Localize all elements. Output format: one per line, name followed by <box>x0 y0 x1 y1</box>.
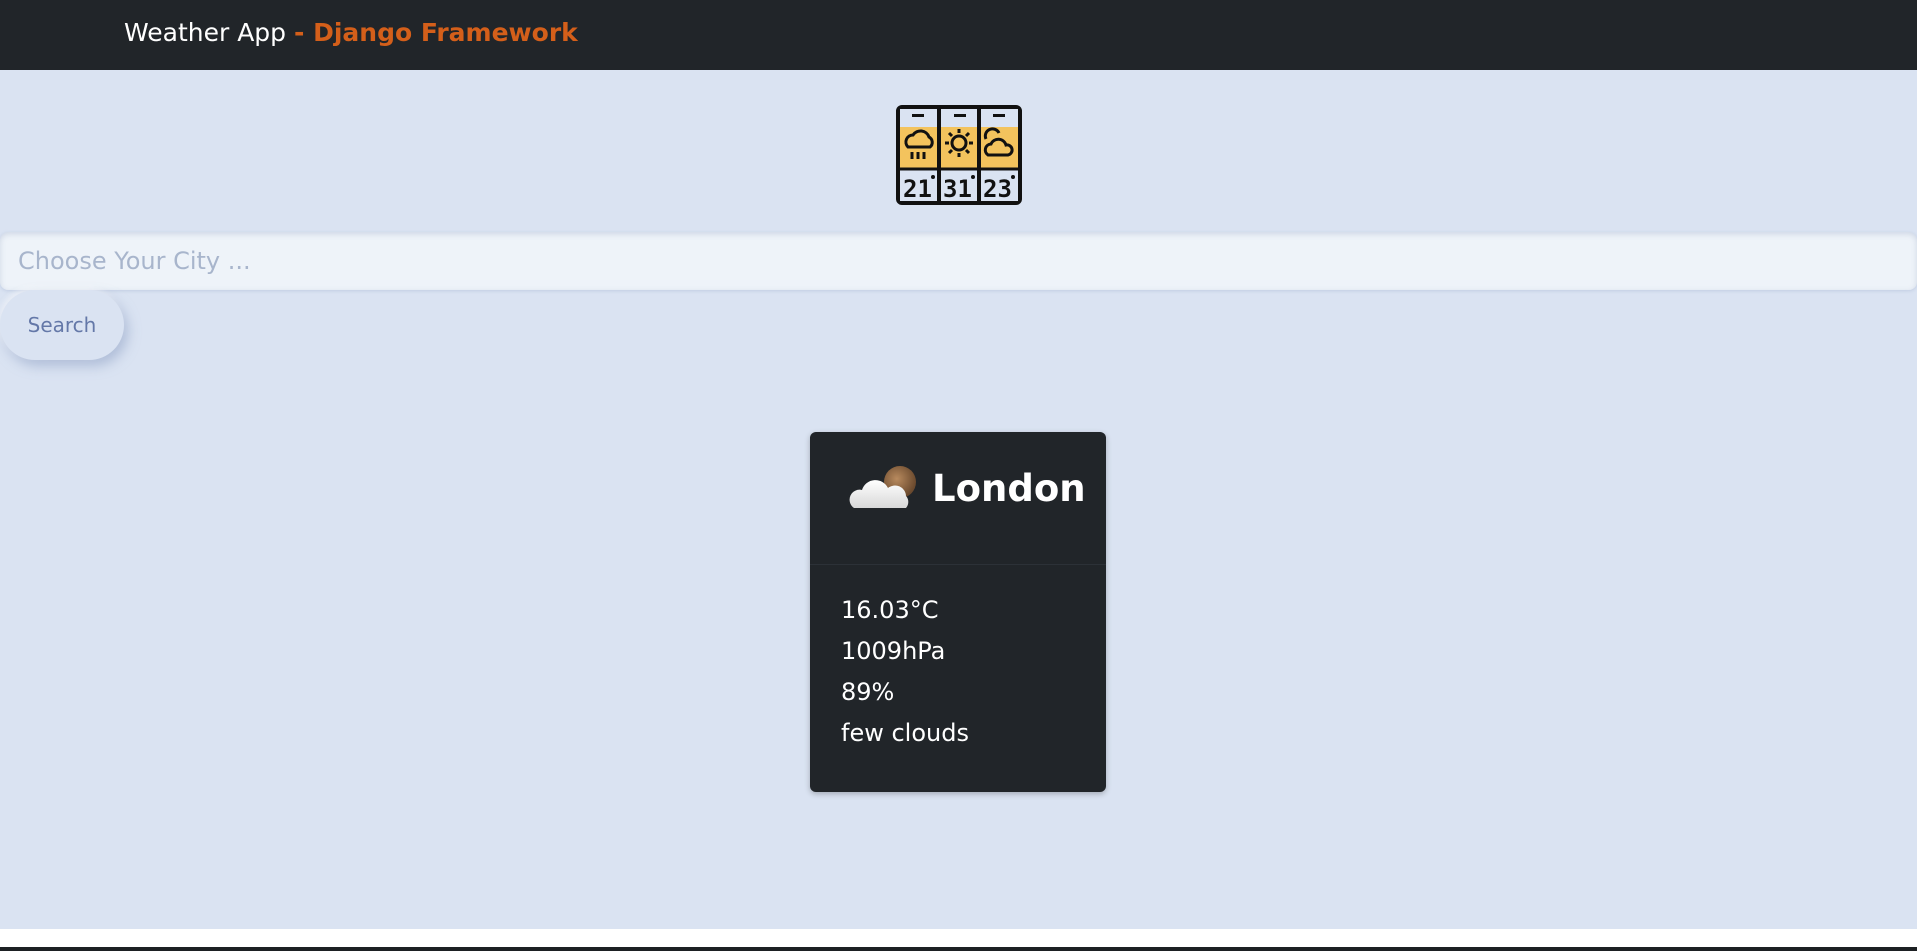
humidity-value: 89% <box>841 678 895 706</box>
navbar-brand[interactable]: Weather App - Django Framework <box>124 15 578 51</box>
footer-spacer <box>0 929 1917 949</box>
temperature-value: 16.03°C <box>841 596 939 624</box>
weather-description: few clouds <box>841 719 969 747</box>
search-button[interactable]: Search <box>0 290 124 360</box>
pressure-value: 1009hPa <box>841 637 946 665</box>
panel-temp-3: 23 <box>983 175 1012 203</box>
city-name: London <box>932 467 1086 510</box>
navbar: Weather App - Django Framework <box>0 0 1917 70</box>
weather-card: London 16.03°C 1009hPa 89% few clouds <box>810 432 1106 792</box>
weather-forecast-panels-icon: 21 31 23 <box>896 105 1022 205</box>
weather-card-body: 16.03°C 1009hPa 89% few clouds <box>841 590 1091 754</box>
panel-temp-2: 31 <box>943 175 972 203</box>
city-search-input[interactable] <box>0 232 1917 290</box>
panel-temp-1: 21 <box>903 175 932 203</box>
few-clouds-icon <box>849 466 916 508</box>
page: Weather App - Django Framework 21 31 23 … <box>0 0 1917 951</box>
weather-card-header: London <box>810 432 1106 565</box>
brand-subtitle: - Django Framework <box>294 18 578 47</box>
brand-title: Weather App <box>124 18 287 47</box>
footer-divider <box>0 947 1917 951</box>
